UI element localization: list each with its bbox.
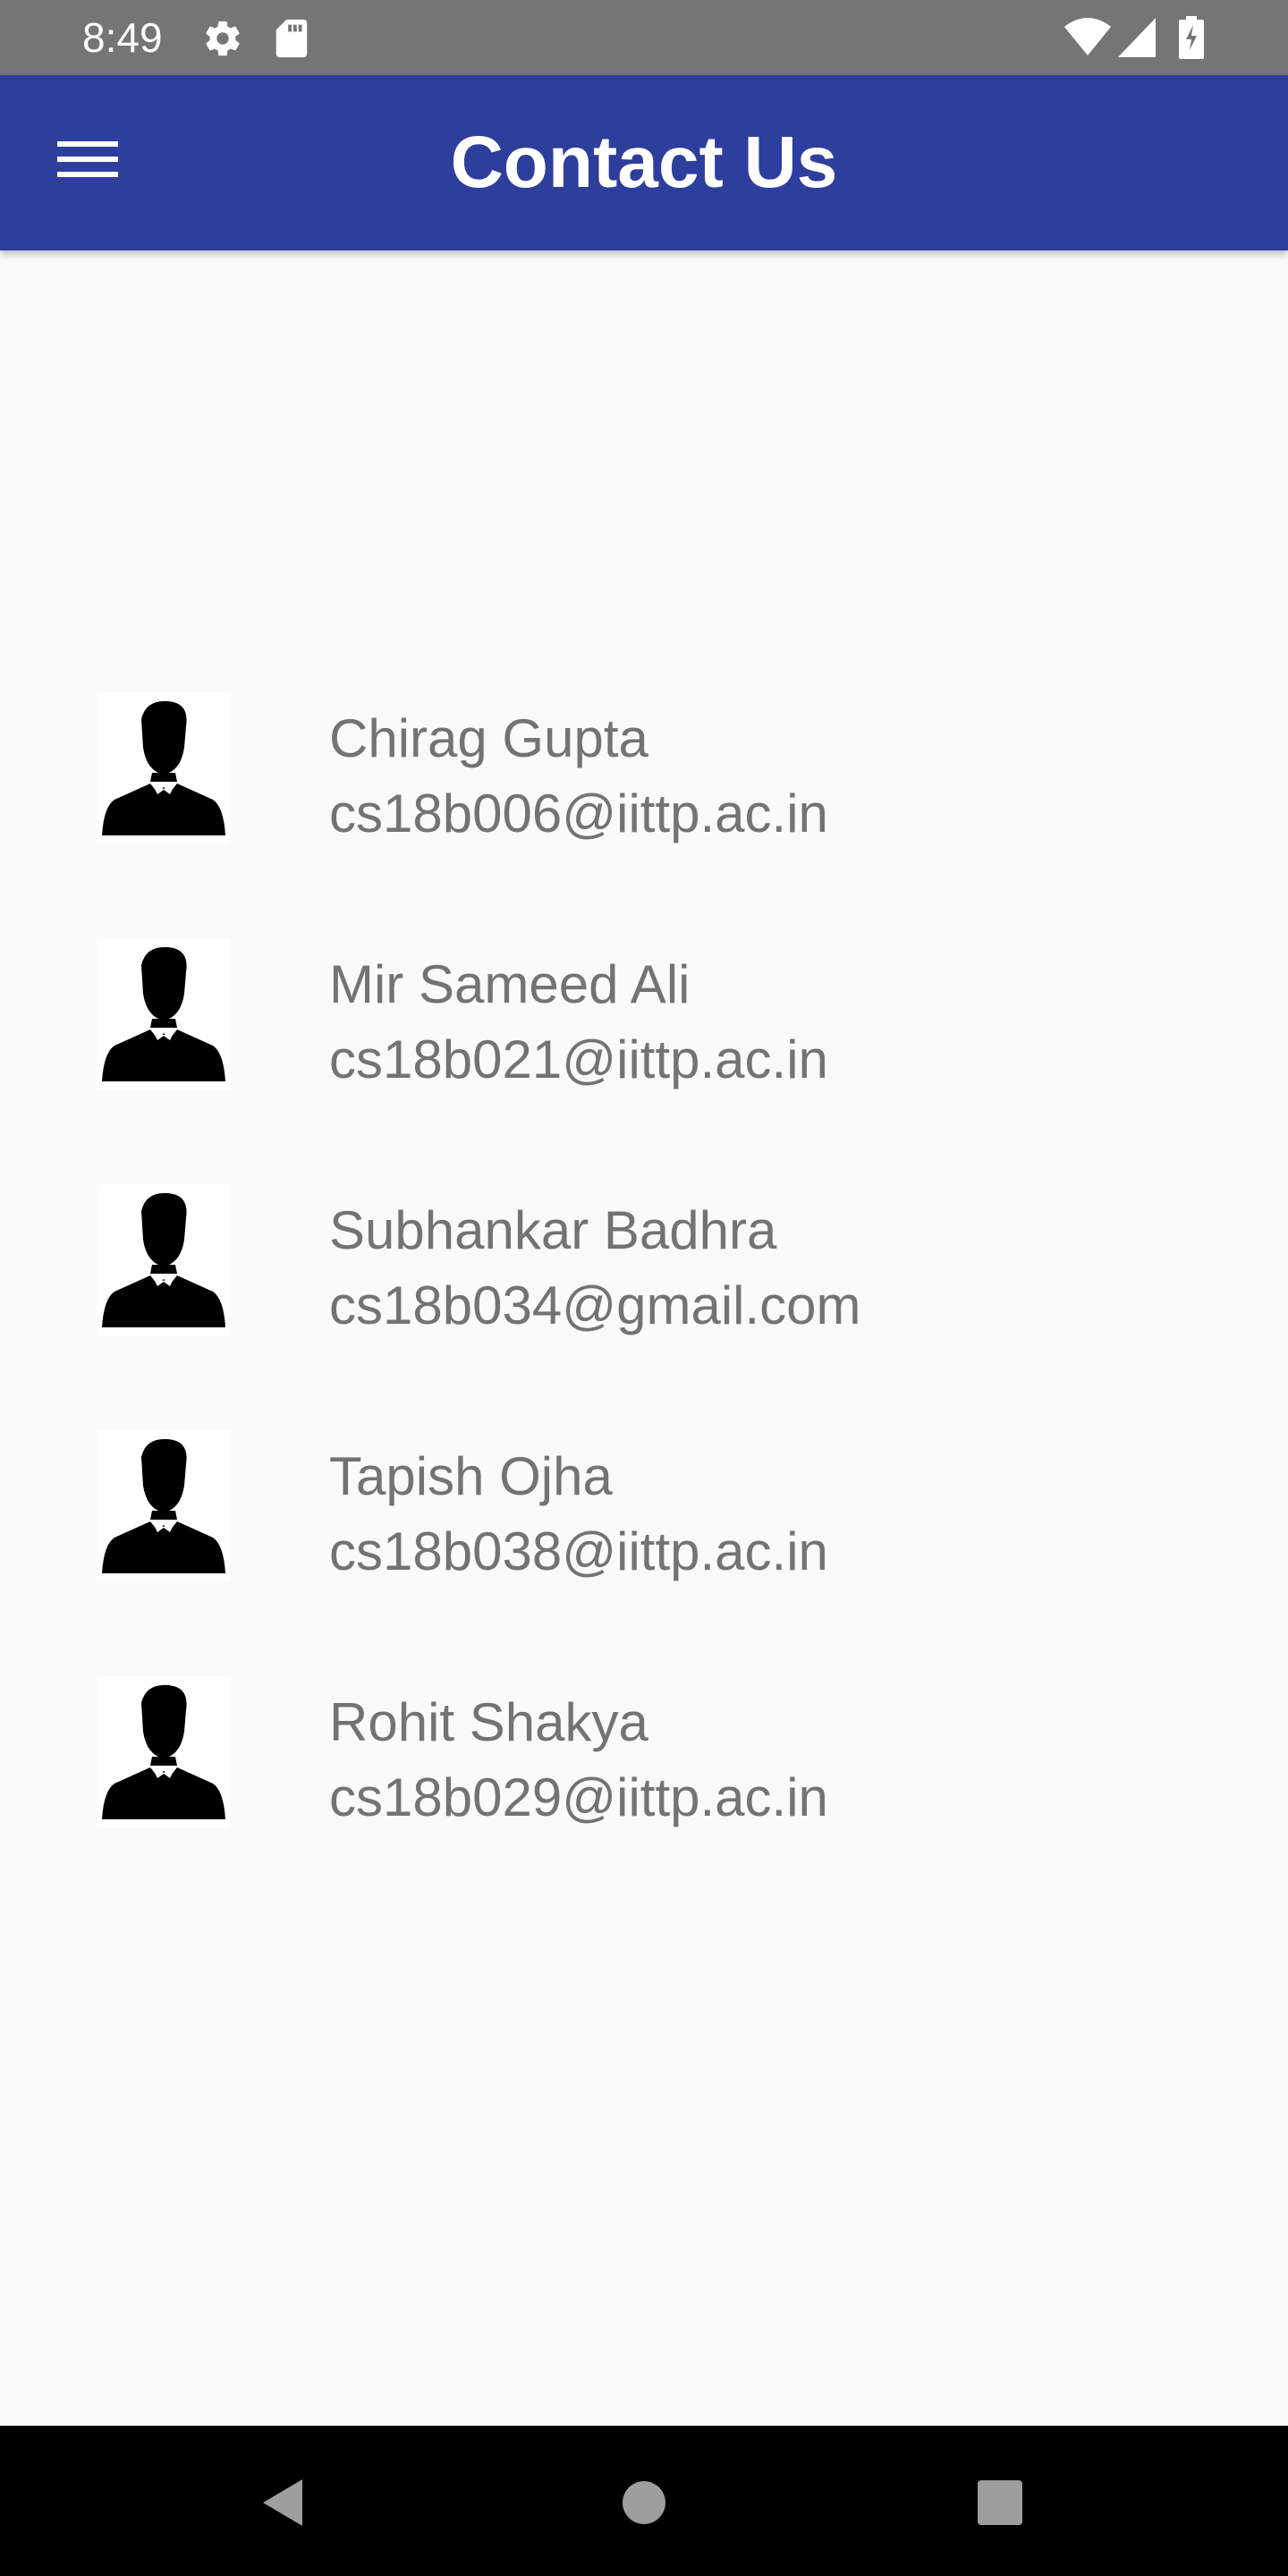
avatar bbox=[97, 692, 231, 844]
avatar bbox=[97, 1676, 231, 1828]
contact-email[interactable]: cs18b029@iittp.ac.in bbox=[329, 1766, 828, 1830]
hamburger-menu-icon bbox=[57, 141, 118, 177]
contact-item[interactable]: Tapish Ojha cs18b038@iittp.ac.in bbox=[0, 1427, 1288, 1588]
person-suit-icon bbox=[102, 700, 225, 835]
person-suit-icon bbox=[102, 946, 225, 1081]
gear-icon bbox=[206, 21, 240, 56]
contact-email[interactable]: cs18b006@iittp.ac.in bbox=[329, 782, 828, 846]
avatar bbox=[97, 938, 231, 1090]
page-title: Contact Us bbox=[450, 122, 838, 203]
back-icon[interactable] bbox=[256, 2476, 309, 2529]
contact-name: Rohit Shakya bbox=[329, 1692, 648, 1752]
contact-email[interactable]: cs18b038@iittp.ac.in bbox=[329, 1520, 828, 1584]
contact-item[interactable]: Chirag Gupta cs18b006@iittp.ac.in bbox=[0, 689, 1288, 850]
contact-name: Chirag Gupta bbox=[329, 708, 648, 768]
battery-charging-icon bbox=[1179, 16, 1204, 59]
sd-card-icon bbox=[275, 19, 308, 58]
contact-name: Mir Sameed Ali bbox=[329, 954, 691, 1014]
status-bar: 8:49 bbox=[0, 0, 1288, 75]
person-suit-icon bbox=[102, 1438, 225, 1573]
person-suit-icon bbox=[102, 1684, 225, 1819]
contact-name: Subhankar Badhra bbox=[329, 1200, 777, 1260]
avatar bbox=[97, 1430, 231, 1582]
person-suit-icon bbox=[102, 1192, 225, 1327]
contact-item[interactable]: Mir Sameed Ali cs18b021@iittp.ac.in bbox=[0, 935, 1288, 1096]
contact-email[interactable]: cs18b034@gmail.com bbox=[329, 1274, 861, 1338]
contact-item[interactable]: Subhankar Badhra cs18b034@gmail.com bbox=[0, 1181, 1288, 1342]
contact-item[interactable]: Rohit Shakya cs18b029@iittp.ac.in bbox=[0, 1673, 1288, 1834]
signal-icon bbox=[1118, 18, 1156, 57]
home-icon[interactable] bbox=[621, 2479, 667, 2526]
wifi-icon bbox=[1064, 18, 1111, 55]
menu-button[interactable] bbox=[45, 116, 131, 202]
navigation-bar bbox=[0, 2426, 1288, 2576]
status-time: 8:49 bbox=[82, 14, 163, 61]
contact-name: Tapish Ojha bbox=[329, 1446, 613, 1506]
recents-icon[interactable] bbox=[977, 2479, 1023, 2526]
contact-email[interactable]: cs18b021@iittp.ac.in bbox=[329, 1028, 828, 1092]
avatar bbox=[97, 1184, 231, 1336]
